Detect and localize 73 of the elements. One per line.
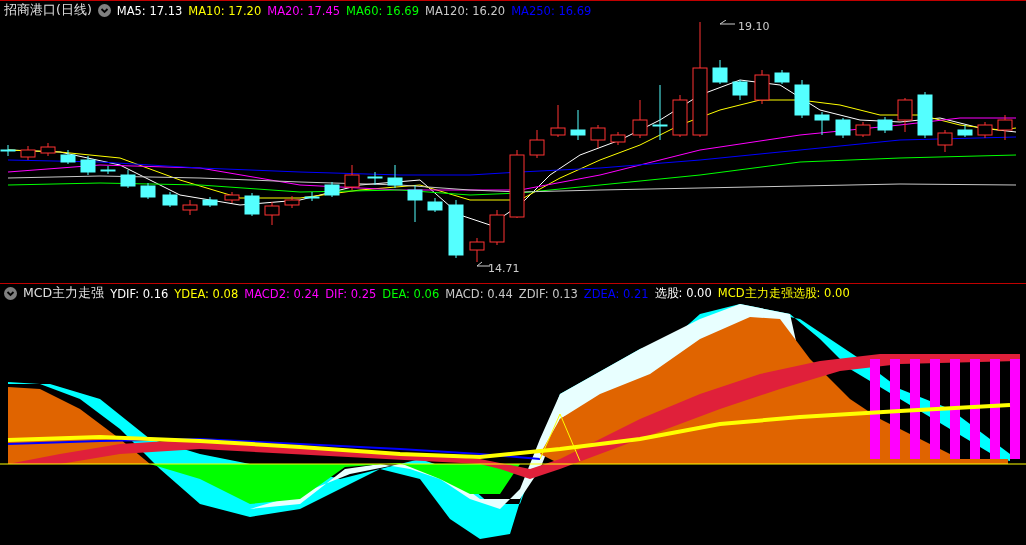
legend-value: ZDIF: 0.13: [518, 286, 578, 301]
leader-line: [719, 20, 736, 25]
legend-value: MA120: 16.20: [424, 3, 506, 18]
candle: [814, 111, 830, 136]
candle: [140, 182, 156, 200]
candle: [20, 145, 36, 161]
legend-value: YDIF: 0.16: [110, 286, 169, 301]
candle: [202, 196, 218, 208]
candle: [632, 99, 648, 139]
candle: [0, 144, 16, 157]
candle: [977, 121, 993, 139]
leader-line: [476, 261, 491, 267]
legend-value: MA60: 16.69: [346, 3, 419, 18]
candle: [40, 142, 56, 157]
candle: [754, 69, 770, 105]
candle: [244, 192, 260, 217]
candle: [60, 149, 76, 165]
low-price-label: 14.71: [488, 262, 520, 275]
legend-value: MA250: 16.69: [511, 3, 592, 18]
candle: [80, 155, 96, 176]
chevron-down-icon[interactable]: [4, 287, 17, 300]
candle: [997, 114, 1013, 141]
candle: [120, 169, 136, 189]
candle: [957, 124, 973, 138]
candle: [264, 201, 280, 226]
candle: [835, 117, 851, 139]
candle: [469, 237, 485, 263]
candle: [367, 171, 383, 186]
candle: [489, 209, 505, 246]
candle: [387, 164, 403, 189]
candle: [590, 124, 606, 149]
indicator-title: MCD主力走强: [23, 285, 105, 302]
candle: [610, 131, 626, 146]
candle: [794, 79, 810, 119]
candle: [529, 129, 545, 159]
candle: [732, 79, 748, 101]
candle: [224, 191, 240, 204]
legend-value: DIF: 0.25: [325, 286, 377, 301]
legend-value: 选股: 0.00: [654, 286, 712, 301]
candle: [672, 94, 688, 138]
candle: [712, 59, 728, 85]
candle: [937, 129, 953, 153]
legend-value: MA5: 17.13: [116, 3, 183, 18]
candle: [448, 199, 464, 259]
legend-value: MA10: 17.20: [188, 3, 262, 18]
high-price-label: 19.10: [738, 20, 770, 33]
legend-value: MCD主力走强选股: 0.00: [717, 286, 850, 301]
chevron-down-icon[interactable]: [97, 4, 111, 17]
legend-value: YDEA: 0.08: [174, 286, 239, 301]
legend-value: ZDEA: 0.21: [583, 286, 649, 301]
candle: [570, 109, 586, 141]
legend-value: MACD2: 0.24: [244, 286, 320, 301]
candle: [774, 69, 790, 85]
stock-title: 招商港口(日线): [4, 2, 92, 19]
candle: [427, 197, 443, 213]
candle: [652, 84, 668, 141]
candle: [509, 149, 525, 219]
candle: [324, 181, 340, 198]
legend-value: DEA: 0.06: [382, 286, 440, 301]
candle: [162, 191, 178, 208]
candle: [855, 121, 871, 138]
candle: [897, 97, 913, 133]
candle: [407, 184, 423, 223]
candle: [877, 116, 893, 134]
legend-value: MACD: 0.44: [445, 286, 513, 301]
candle: [304, 191, 320, 202]
candle: [284, 195, 300, 209]
candle: [182, 199, 198, 216]
candle: [100, 165, 116, 175]
candle: [550, 104, 566, 138]
candle: [344, 164, 360, 191]
candle: [917, 91, 933, 139]
legend-value: MA20: 17.45: [267, 3, 341, 18]
